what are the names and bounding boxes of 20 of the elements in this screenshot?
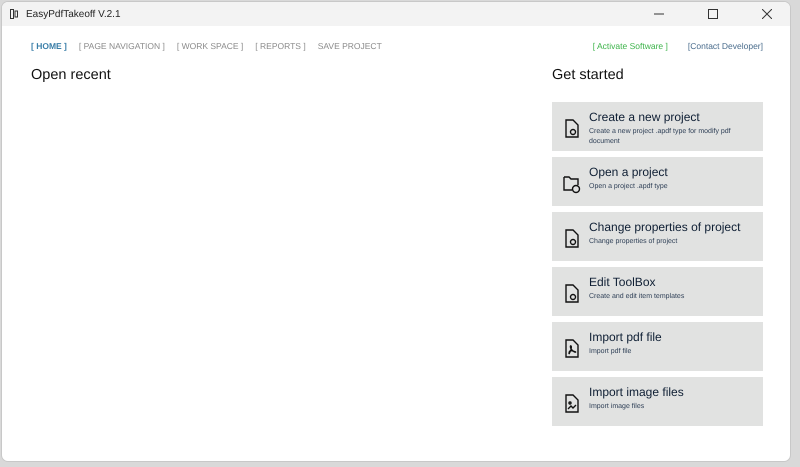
card-title: Edit ToolBox <box>589 275 656 289</box>
section-heading: Open recent <box>31 67 111 83</box>
card-title: Import image files <box>589 385 684 399</box>
section-heading: Get started <box>552 67 625 83</box>
image-file-icon <box>563 394 581 414</box>
nav-tab[interactable]: [ HOME ] <box>31 41 67 51</box>
app-icon <box>10 9 18 19</box>
maximize-icon[interactable] <box>708 9 718 19</box>
nav-tab[interactable]: [ PAGE NAVIGATION ] <box>78 41 165 51</box>
card-title: Create a new project <box>589 110 701 124</box>
card-title: Open a project <box>589 165 668 179</box>
card-title: Change properties of project <box>589 220 740 234</box>
nav-tab[interactable]: SAVE PROJECT <box>318 41 382 51</box>
card-title: Import pdf file <box>589 330 662 344</box>
close-icon[interactable] <box>762 9 772 19</box>
nav-tab[interactable]: [ REPORTS ] <box>255 41 306 51</box>
window-title: EasyPdfTakeoff V.2.1 <box>26 8 122 20</box>
nav-tab[interactable]: [ WORK SPACE ] <box>176 41 244 51</box>
pdf-file-icon <box>563 339 581 359</box>
contact-developer-link[interactable]: [Contact Developer] <box>688 41 763 51</box>
